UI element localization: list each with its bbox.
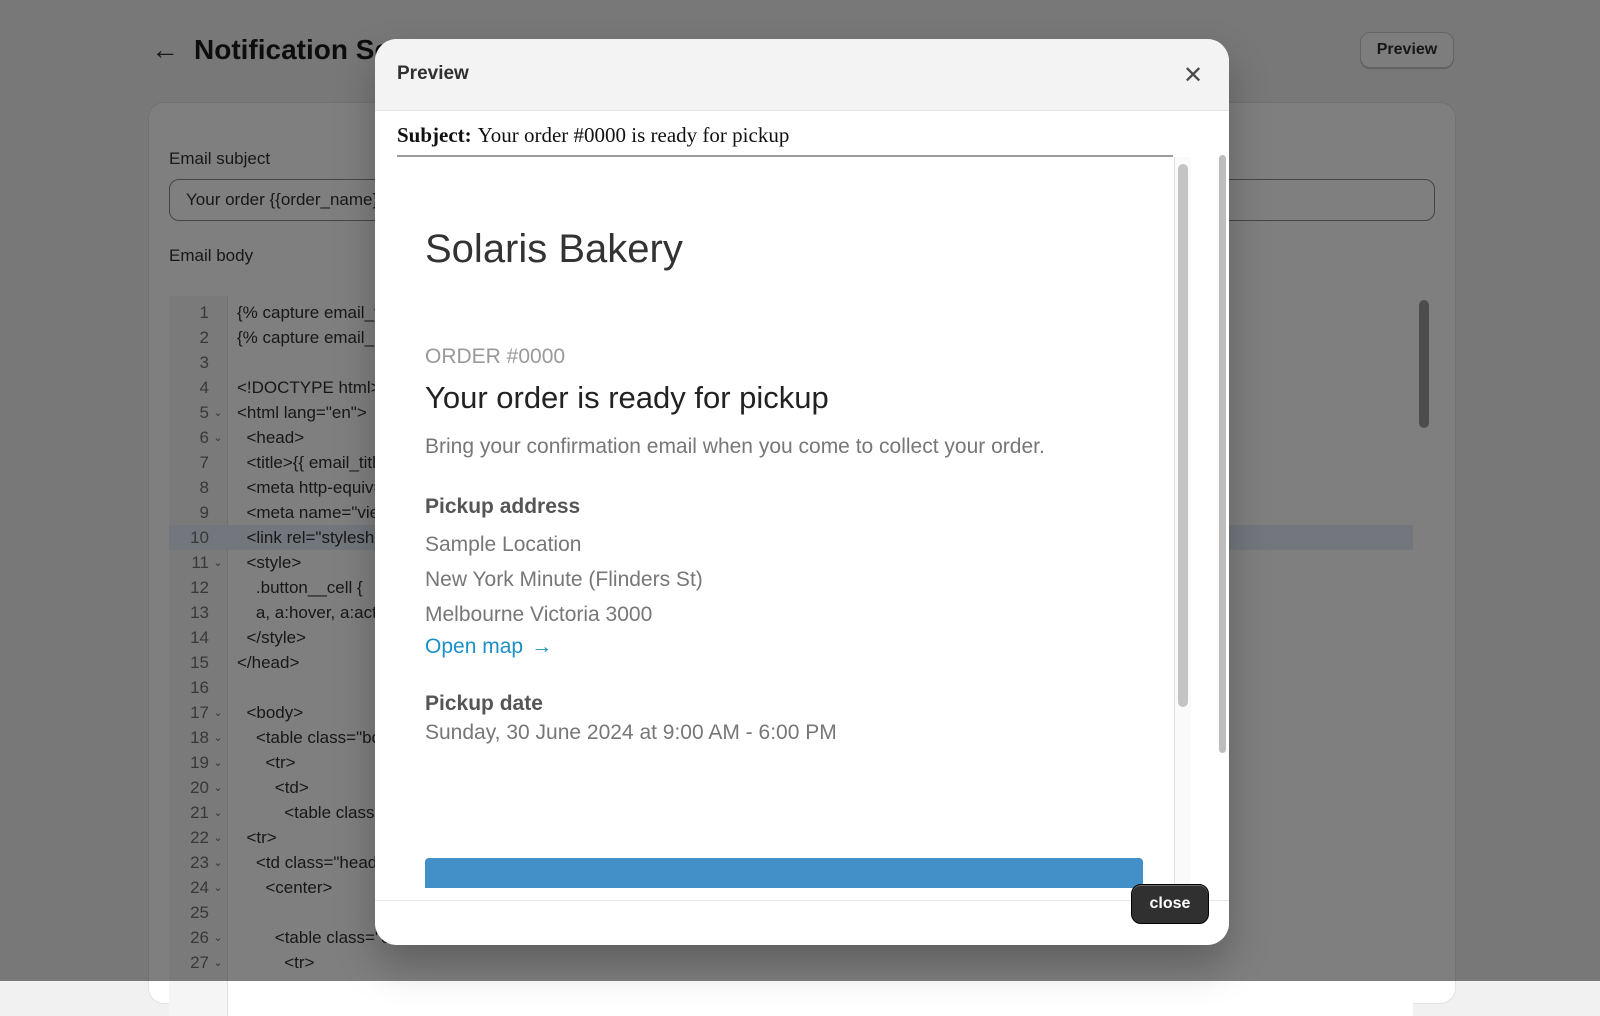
address-line: Sample Location: [425, 533, 582, 556]
order-number: ORDER #0000: [425, 345, 566, 368]
preview-scrollbar[interactable]: [1178, 164, 1188, 707]
pickup-date-heading: Pickup date: [425, 692, 543, 715]
subject-text: Your order #0000 is ready for pickup: [477, 123, 790, 147]
pickup-address-heading: Pickup address: [425, 495, 581, 518]
email-preview-frame: Subject: Your order #0000 is ready for pi…: [375, 111, 1229, 900]
address-line: Melbourne Victoria 3000: [425, 603, 653, 626]
ready-message: Bring your confirmation email when you c…: [425, 435, 1045, 458]
preview-modal: Preview ✕ Subject: Your order #0000 is re…: [375, 39, 1229, 945]
modal-header: Preview ✕: [375, 39, 1229, 111]
arrow-right-icon: →: [531, 635, 553, 658]
modal-footer: [375, 900, 1229, 945]
address-line: New York Minute (Flinders St): [425, 568, 703, 591]
modal-scrollbar[interactable]: [1219, 155, 1226, 753]
modal-title: Preview: [397, 63, 469, 84]
close-button[interactable]: close: [1131, 884, 1209, 924]
preview-subject: Subject: Your order #0000 is ready for pi…: [397, 123, 789, 148]
open-map-label: Open map: [425, 635, 524, 658]
close-icon[interactable]: ✕: [1179, 61, 1207, 89]
pickup-date: Sunday, 30 June 2024 at 9:00 AM - 6:00 P…: [425, 721, 837, 744]
view-order-button[interactable]: [425, 858, 1143, 888]
ready-heading: Your order is ready for pickup: [425, 380, 829, 415]
shop-name: Solaris Bakery: [425, 227, 683, 271]
subject-prefix: Subject:: [397, 123, 472, 147]
open-map-link[interactable]: Open map →: [425, 635, 552, 659]
subject-divider: [397, 155, 1173, 157]
